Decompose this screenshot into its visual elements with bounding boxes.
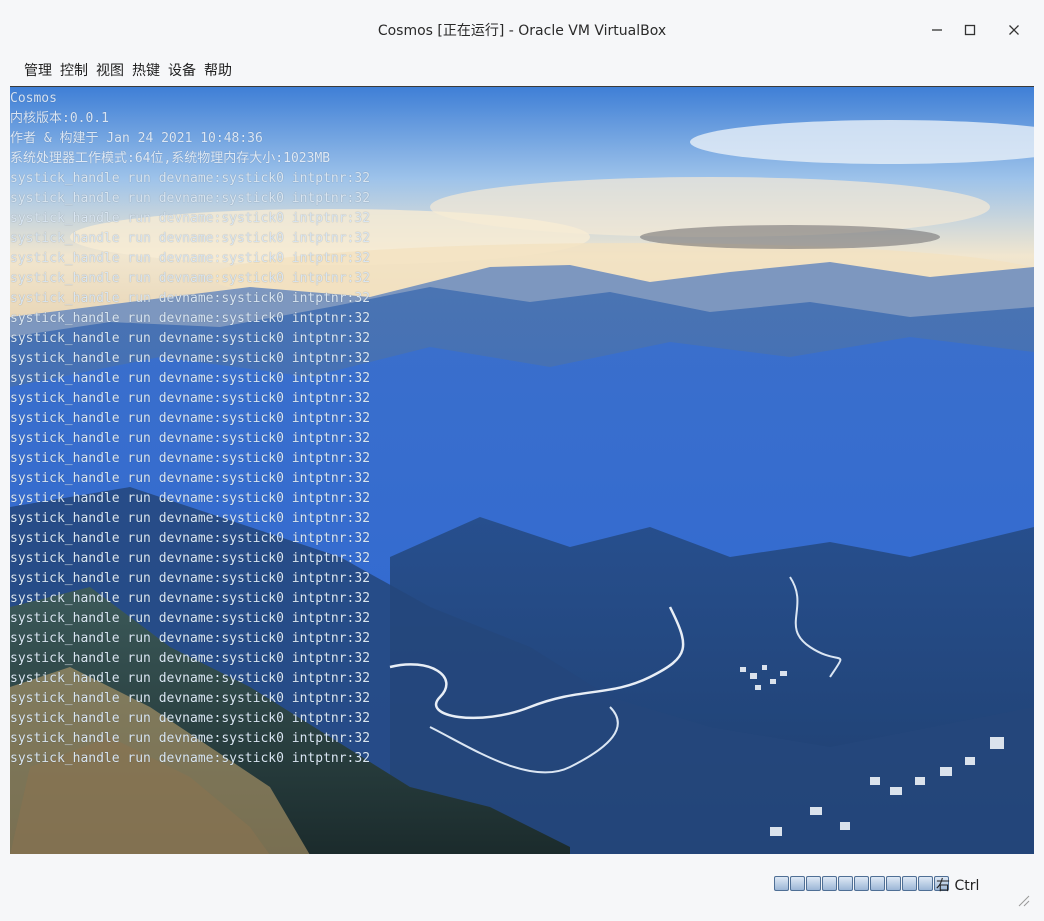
close-button[interactable]	[998, 14, 1030, 46]
console-log-line: systick_handle run devname:systick0 intp…	[10, 551, 371, 566]
audio-icon[interactable]	[806, 876, 821, 891]
console-log-line: systick_handle run devname:systick0 intp…	[10, 611, 371, 626]
console-header-line: 系统处理器工作模式:64位,系统物理内存大小:1023MB	[10, 151, 331, 166]
menu-manage[interactable]: 管理	[20, 58, 56, 80]
console-log-line: systick_handle run devname:systick0 intp…	[10, 211, 371, 226]
console-log-line: systick_handle run devname:systick0 intp…	[10, 411, 371, 426]
menu-hotkey[interactable]: 热键	[128, 58, 164, 80]
console-log-line: systick_handle run devname:systick0 intp…	[10, 731, 371, 746]
menu-control[interactable]: 控制	[56, 58, 92, 80]
console-log-line: systick_handle run devname:systick0 intp…	[10, 471, 371, 486]
status-bar: 右 Ctrl	[0, 860, 1044, 921]
console-log-line: systick_handle run devname:systick0 intp…	[10, 451, 371, 466]
vm-display[interactable]: Cosmos 内核版本:0.0.1 作者 & 构建于 Jan 24 2021 10:…	[10, 86, 1034, 854]
console-log-line: systick_handle run devname:systick0 intp…	[10, 711, 371, 726]
console-log-line: systick_handle run devname:systick0 intp…	[10, 511, 371, 526]
console-log-line: systick_handle run devname:systick0 intp…	[10, 671, 371, 686]
minimize-icon	[932, 29, 942, 31]
maximize-icon	[964, 24, 976, 36]
console-header-line: 作者 & 构建于 Jan 24 2021 10:48:36	[10, 131, 263, 146]
usb-icon[interactable]	[838, 876, 853, 891]
console-log-line: systick_handle run devname:systick0 intp…	[10, 171, 371, 186]
host-key-label[interactable]: 右 Ctrl	[936, 875, 979, 895]
window-title: Cosmos [正在运行] - Oracle VM VirtualBox	[377, 23, 667, 39]
console-log-line: systick_handle run devname:systick0 intp…	[10, 331, 371, 346]
video-capture-icon[interactable]	[886, 876, 901, 891]
console-header-line: 内核版本:0.0.1	[10, 111, 109, 126]
console-log-line: systick_handle run devname:systick0 intp…	[10, 391, 371, 406]
maximize-button[interactable]	[954, 14, 986, 46]
console-log-line: systick_handle run devname:systick0 intp…	[10, 751, 371, 766]
console-log-line: systick_handle run devname:systick0 intp…	[10, 251, 371, 266]
hard-disk-icon[interactable]	[774, 876, 789, 891]
console-log-line: systick_handle run devname:systick0 intp…	[10, 571, 371, 586]
title-bar: Cosmos [正在运行] - Oracle VM VirtualBox	[0, 0, 1044, 58]
menu-bar: 管理 控制 视图 热键 设备 帮助	[20, 58, 236, 80]
console-header-line: Cosmos	[10, 91, 57, 106]
menu-help[interactable]: 帮助	[200, 58, 236, 80]
console-log-line: systick_handle run devname:systick0 intp…	[10, 351, 371, 366]
console-log-line: systick_handle run devname:systick0 intp…	[10, 191, 371, 206]
console-log-line: systick_handle run devname:systick0 intp…	[10, 491, 371, 506]
console-log-line: systick_handle run devname:systick0 intp…	[10, 691, 371, 706]
console-log-line: systick_handle run devname:systick0 intp…	[10, 431, 371, 446]
console-log-line: systick_handle run devname:systick0 intp…	[10, 271, 371, 286]
mouse-integration-icon[interactable]	[918, 876, 933, 891]
cpu-icon[interactable]	[902, 876, 917, 891]
device-status-icons	[774, 876, 949, 891]
resize-grip-icon[interactable]	[1016, 893, 1030, 907]
menu-devices[interactable]: 设备	[164, 58, 200, 80]
console-log-line: systick_handle run devname:systick0 intp…	[10, 531, 371, 546]
console-log-line: systick_handle run devname:systick0 intp…	[10, 291, 371, 306]
console-log-line: systick_handle run devname:systick0 intp…	[10, 651, 371, 666]
console-log-line: systick_handle run devname:systick0 intp…	[10, 371, 371, 386]
network-icon[interactable]	[822, 876, 837, 891]
console-log-line: systick_handle run devname:systick0 intp…	[10, 311, 371, 326]
console-log-line: systick_handle run devname:systick0 intp…	[10, 631, 371, 646]
minimize-button[interactable]	[921, 14, 953, 46]
close-icon	[1009, 25, 1019, 35]
console-log-line: systick_handle run devname:systick0 intp…	[10, 591, 371, 606]
display-icon[interactable]	[870, 876, 885, 891]
console-log-line: systick_handle run devname:systick0 intp…	[10, 231, 371, 246]
shared-folders-icon[interactable]	[854, 876, 869, 891]
menu-view[interactable]: 视图	[92, 58, 128, 80]
optical-drive-icon[interactable]	[790, 876, 805, 891]
console-output: Cosmos 内核版本:0.0.1 作者 & 构建于 Jan 24 2021 10:…	[10, 89, 1034, 769]
